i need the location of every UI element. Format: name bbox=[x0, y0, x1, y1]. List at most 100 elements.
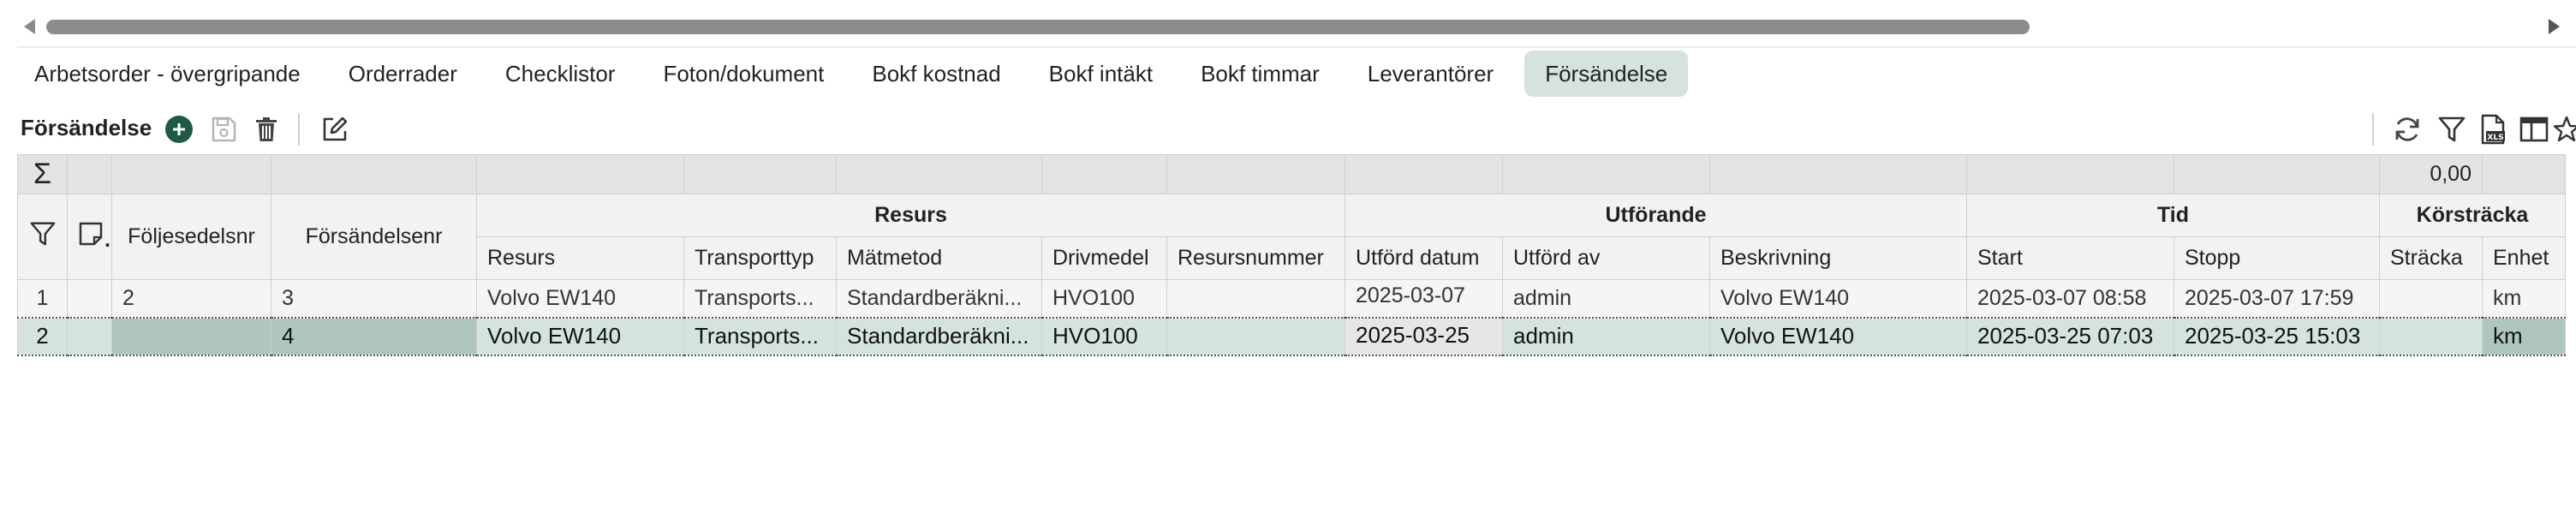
group-header-resurs: Resurs bbox=[476, 194, 1345, 237]
tab-bar: Arbetsorder - övergripande Orderrader Ch… bbox=[17, 50, 1702, 98]
scroll-left-arrow-icon[interactable] bbox=[24, 19, 35, 34]
tab-bokf-kostnad[interactable]: Bokf kostnad bbox=[855, 51, 1017, 97]
cell-matmetod[interactable]: Standardberäkni... bbox=[836, 317, 1042, 356]
columns-button[interactable] bbox=[2518, 113, 2550, 146]
scrollbar-thumb[interactable] bbox=[46, 20, 2030, 34]
edit-icon bbox=[323, 116, 348, 141]
tab-foton-dokument[interactable]: Foton/dokument bbox=[646, 51, 841, 97]
columns-icon bbox=[2519, 116, 2549, 142]
toolbar-separator bbox=[2372, 113, 2374, 146]
cell-stracka[interactable] bbox=[2379, 317, 2483, 356]
cell-stopp[interactable]: 2025-03-25 15:03 bbox=[2174, 317, 2380, 356]
scroll-right-arrow-icon[interactable] bbox=[2549, 19, 2560, 34]
cell-beskrivning[interactable]: Volvo EW140 bbox=[1709, 279, 1967, 319]
cell-foljesedelsnr[interactable] bbox=[111, 317, 271, 356]
filter-icon bbox=[30, 222, 55, 246]
tab-orderrader[interactable]: Orderrader bbox=[331, 51, 474, 97]
group-header-korstracka: Körsträcka bbox=[2379, 194, 2566, 237]
tab-checklistor[interactable]: Checklistor bbox=[488, 51, 633, 97]
cell-stopp[interactable]: 2025-03-07 17:59 bbox=[2174, 279, 2380, 319]
refresh-button[interactable] bbox=[2391, 113, 2424, 146]
section-title: Försändelse bbox=[21, 115, 152, 140]
table-row[interactable]: 1 2 3 Volvo EW140 Transports... Standard… bbox=[17, 279, 2566, 319]
tab-arbetsorder[interactable]: Arbetsorder - övergripande bbox=[17, 51, 318, 97]
refresh-icon bbox=[2395, 117, 2419, 141]
row-number: 1 bbox=[17, 279, 68, 319]
star-icon bbox=[2553, 116, 2576, 142]
cell-enhet[interactable]: km bbox=[2482, 279, 2566, 319]
col-header-enhet[interactable]: Enhet bbox=[2482, 236, 2566, 280]
divider bbox=[17, 46, 2576, 48]
col-header-stopp[interactable]: Stopp bbox=[2174, 236, 2380, 280]
save-icon bbox=[212, 116, 236, 142]
cell-utford-datum[interactable]: 2025-03-07 bbox=[1345, 279, 1503, 319]
edit-button[interactable] bbox=[319, 113, 351, 146]
cell-resurs[interactable]: Volvo EW140 bbox=[476, 279, 684, 319]
app-root: Arbetsorder - övergripande Orderrader Ch… bbox=[0, 0, 2576, 507]
cell-utford-av[interactable]: admin bbox=[1502, 279, 1710, 319]
cell-forsandelsenr[interactable]: 4 bbox=[271, 317, 477, 356]
favorite-button[interactable] bbox=[2550, 113, 2576, 146]
save-button[interactable] bbox=[207, 113, 240, 146]
note-cell[interactable] bbox=[67, 279, 112, 319]
cell-drivmedel[interactable]: HVO100 bbox=[1041, 279, 1167, 319]
col-header-drivmedel[interactable]: Drivmedel bbox=[1041, 236, 1167, 280]
data-grid: Σ 0,00 Följesedelsnr Försändelsenr Resur… bbox=[17, 154, 2566, 356]
group-header-tid: Tid bbox=[1966, 194, 2380, 237]
col-header-foljesedelsnr[interactable]: Följesedelsnr bbox=[111, 194, 271, 280]
cell-utford-av[interactable]: admin bbox=[1502, 317, 1710, 356]
col-header-matmetod[interactable]: Mätmetod bbox=[836, 236, 1042, 280]
col-header-utford-datum[interactable]: Utförd datum bbox=[1345, 236, 1503, 280]
trash-icon bbox=[256, 117, 277, 141]
add-icon bbox=[165, 116, 193, 143]
sum-icon[interactable]: Σ bbox=[17, 154, 68, 194]
cell-resurs[interactable]: Volvo EW140 bbox=[476, 317, 684, 356]
cell-matmetod[interactable]: Standardberäkni... bbox=[836, 279, 1042, 319]
toolbar-separator bbox=[298, 113, 300, 146]
cell-transporttyp[interactable]: Transports... bbox=[683, 317, 837, 356]
note-cell[interactable] bbox=[67, 317, 112, 356]
cell-utford-datum[interactable]: 2025-03-25 bbox=[1345, 317, 1503, 356]
col-header-resursnummer[interactable]: Resursnummer bbox=[1166, 236, 1345, 280]
col-header-beskrivning[interactable]: Beskrivning bbox=[1709, 236, 1967, 280]
filter-button[interactable] bbox=[2436, 113, 2468, 146]
col-header-start[interactable]: Start bbox=[1966, 236, 2174, 280]
filter-icon bbox=[2438, 116, 2466, 142]
tab-leverantorer[interactable]: Leverantörer bbox=[1351, 51, 1511, 97]
tab-bokf-timmar[interactable]: Bokf timmar bbox=[1184, 51, 1337, 97]
group-header-row: Följesedelsnr Försändelsenr Resurs Utför… bbox=[17, 194, 2566, 280]
cell-resursnummer[interactable] bbox=[1166, 317, 1345, 356]
cell-stracka[interactable] bbox=[2379, 279, 2483, 319]
cell-foljesedelsnr[interactable]: 2 bbox=[111, 279, 271, 319]
sum-stracka: 0,00 bbox=[2379, 154, 2483, 194]
cell-start[interactable]: 2025-03-25 07:03 bbox=[1966, 317, 2174, 356]
cell-beskrivning[interactable]: Volvo EW140 bbox=[1709, 317, 1967, 356]
svg-text:XLS: XLS bbox=[2487, 134, 2503, 142]
col-header-forsandelsenr[interactable]: Försändelsenr bbox=[271, 194, 477, 280]
table-row-selected[interactable]: 2 4 Volvo EW140 Transports... Standardbe… bbox=[17, 317, 2566, 356]
tab-bokf-intakt[interactable]: Bokf intäkt bbox=[1032, 51, 1170, 97]
cell-drivmedel[interactable]: HVO100 bbox=[1041, 317, 1167, 356]
col-header-stracka[interactable]: Sträcka bbox=[2379, 236, 2483, 280]
cell-transporttyp[interactable]: Transports... bbox=[683, 279, 837, 319]
export-xls-button[interactable]: XLS bbox=[2477, 113, 2509, 146]
note-icon bbox=[79, 222, 103, 246]
col-header-utford-av[interactable]: Utförd av bbox=[1502, 236, 1710, 280]
cell-enhet[interactable]: km bbox=[2482, 317, 2566, 356]
tab-forsandelse[interactable]: Försändelse bbox=[1524, 51, 1689, 97]
export-xls-icon: XLS bbox=[2481, 114, 2505, 145]
row-number: 2 bbox=[17, 317, 68, 356]
cell-forsandelsenr[interactable]: 3 bbox=[271, 279, 477, 319]
delete-button[interactable] bbox=[250, 113, 283, 146]
group-header-utforande: Utförande bbox=[1345, 194, 1967, 237]
summary-row: Σ 0,00 bbox=[17, 154, 2566, 194]
col-header-transporttyp[interactable]: Transporttyp bbox=[683, 236, 837, 280]
forsandelse-table: Σ 0,00 Följesedelsnr Försändelsenr Resur… bbox=[17, 154, 2566, 356]
col-header-resurs[interactable]: Resurs bbox=[476, 236, 684, 280]
add-button[interactable] bbox=[163, 113, 195, 146]
cell-start[interactable]: 2025-03-07 08:58 bbox=[1966, 279, 2174, 319]
note-column-header[interactable] bbox=[67, 194, 112, 280]
cell-resursnummer[interactable] bbox=[1166, 279, 1345, 319]
horizontal-scrollbar[interactable] bbox=[17, 17, 2565, 39]
filter-row-toggle[interactable] bbox=[17, 194, 68, 280]
